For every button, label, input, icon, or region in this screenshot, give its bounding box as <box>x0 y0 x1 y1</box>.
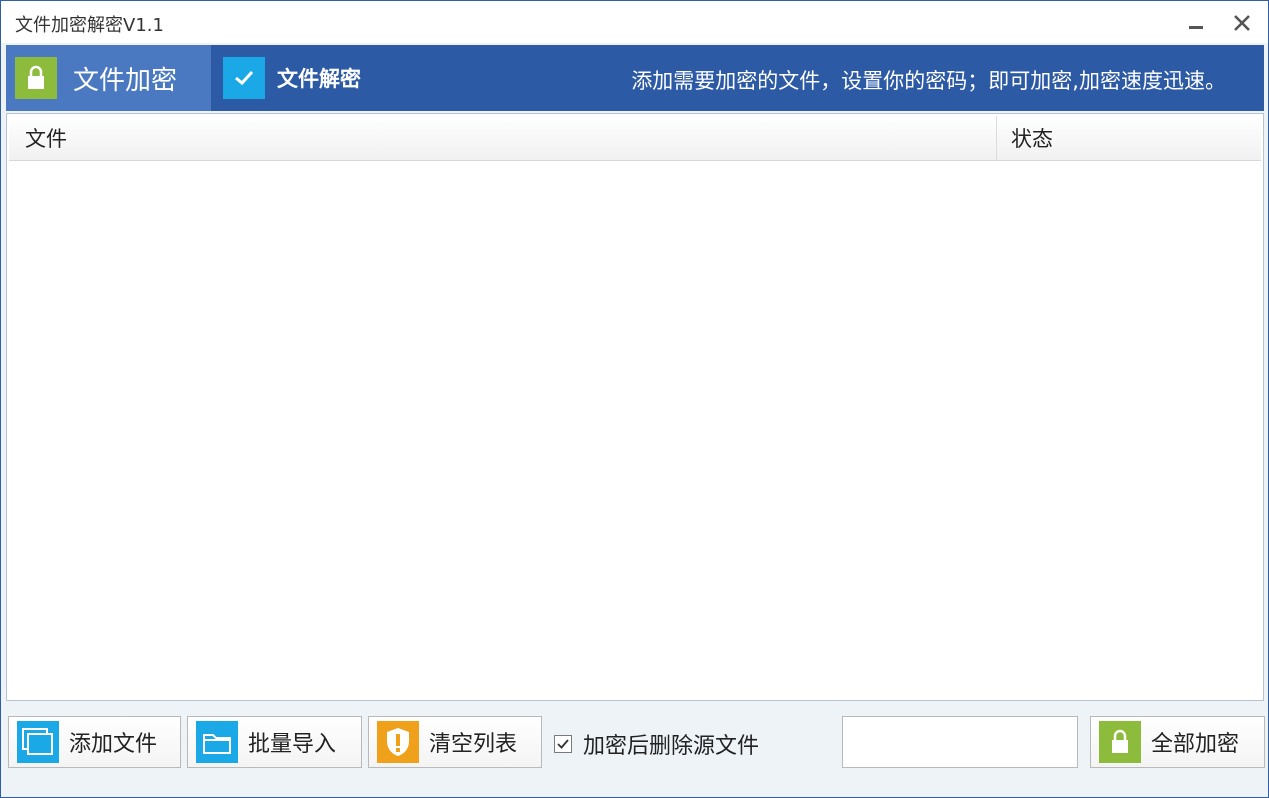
toolbar-band: 文件加密 文件解密 添加需要加密的文件，设置你的密码；即可加密,加密速度迅速。 <box>6 45 1264 111</box>
check-icon <box>223 57 265 99</box>
clear-list-label: 清空列表 <box>429 732 518 757</box>
close-icon <box>1234 15 1250 31</box>
encrypt-all-label: 全部加密 <box>1151 732 1240 757</box>
table-header: 文件 状态 <box>9 116 1261 161</box>
hint-text: 添加需要加密的文件，设置你的密码；即可加密,加密速度迅速。 <box>631 69 1226 93</box>
file-table[interactable]: 文件 状态 <box>6 113 1264 701</box>
password-input[interactable] <box>842 716 1078 768</box>
batch-import-button[interactable]: 批量导入 <box>187 716 362 768</box>
add-file-button[interactable]: 添加文件 <box>8 716 181 768</box>
folder-icon <box>196 721 238 763</box>
minimize-icon <box>1189 26 1203 29</box>
add-file-label: 添加文件 <box>69 732 158 757</box>
tab-decrypt-label: 文件解密 <box>277 67 361 91</box>
tab-encrypt[interactable]: 文件加密 <box>6 45 211 111</box>
checkmark-icon <box>557 739 569 749</box>
title-bar: 文件加密解密V1.1 <box>1 1 1268 43</box>
encrypt-all-button[interactable]: 全部加密 <box>1090 716 1265 768</box>
tab-decrypt[interactable]: 文件解密 <box>211 45 381 111</box>
column-header-file[interactable]: 文件 <box>9 116 997 160</box>
tab-encrypt-label: 文件加密 <box>73 65 178 96</box>
column-header-status[interactable]: 状态 <box>997 116 1261 160</box>
add-files-icon <box>17 721 59 763</box>
app-window: 文件加密解密V1.1 文件加密 文件解密 添加需要加密的文件，设置你的密码；即可… <box>0 0 1269 798</box>
lock-icon <box>1099 721 1141 763</box>
window-title: 文件加密解密V1.1 <box>15 15 164 36</box>
minimize-button[interactable] <box>1181 9 1211 37</box>
delete-source-label[interactable]: 加密后删除源文件 <box>583 728 759 760</box>
warning-shield-icon <box>377 721 419 763</box>
close-button[interactable] <box>1227 9 1257 37</box>
lock-icon <box>15 57 57 99</box>
clear-list-button[interactable]: 清空列表 <box>368 716 542 768</box>
delete-source-checkbox[interactable] <box>554 735 572 753</box>
delete-source-option: 加密后删除源文件 <box>554 728 759 760</box>
batch-import-label: 批量导入 <box>248 732 337 757</box>
